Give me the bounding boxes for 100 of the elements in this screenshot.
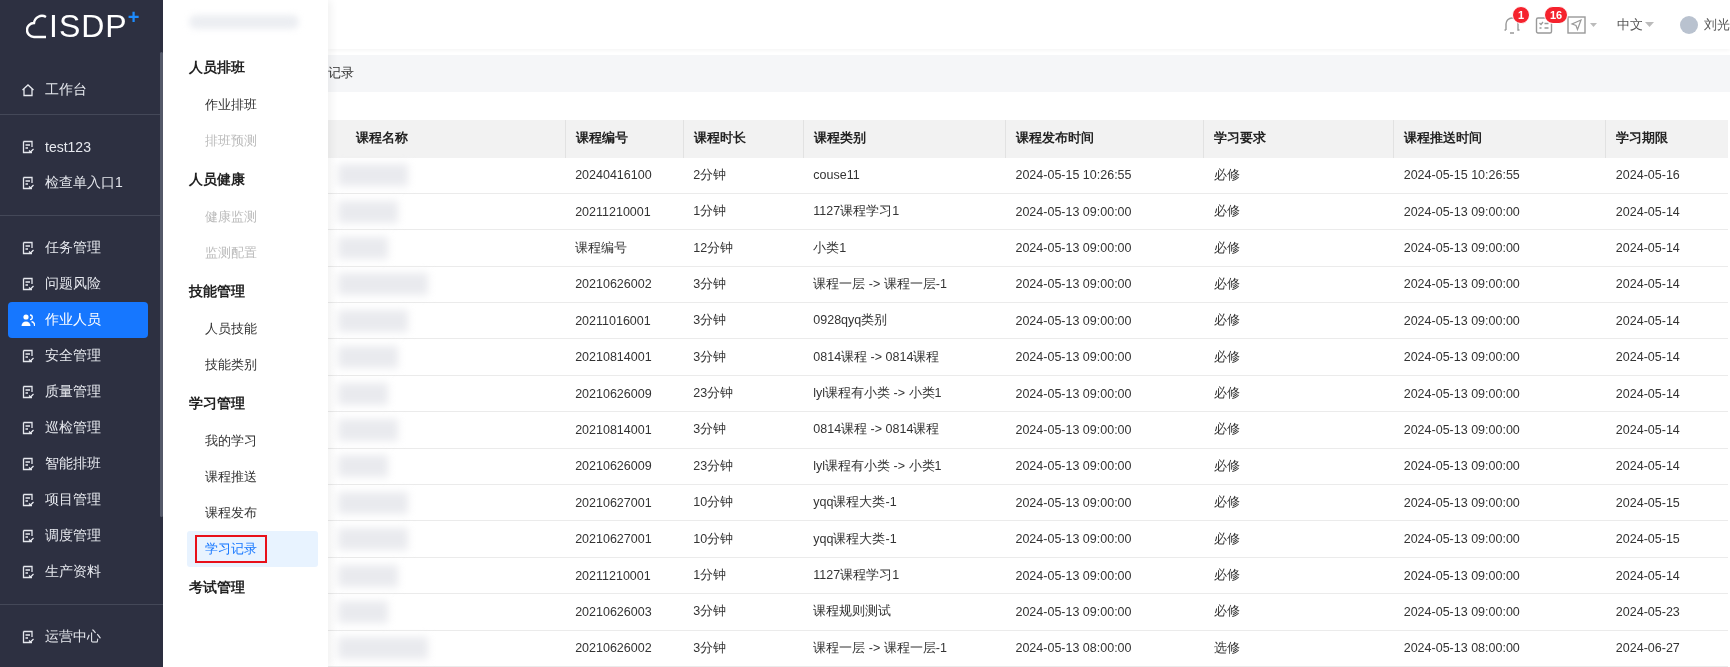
submenu-item[interactable]: 技能类别 (187, 347, 318, 383)
table-cell: 必修 (1203, 375, 1394, 412)
table-cell: 必修 (1203, 193, 1394, 230)
document-icon (21, 493, 35, 507)
table-cell: 1127课程学习1 (803, 557, 1006, 594)
submenu-item[interactable]: 我的学习 (187, 423, 318, 459)
table-cell: 3分钟 (683, 266, 804, 303)
table-cell: 2024-05-14 (1605, 339, 1728, 376)
table-cell: 20210626003 (565, 593, 684, 631)
submenu-item[interactable]: 作业排班 (187, 87, 318, 123)
table-cell: 选修 (1203, 630, 1394, 667)
nav-item[interactable]: 问题风险 (8, 266, 148, 302)
document-icon (21, 630, 35, 644)
table-cell: 0814课程 -> 0814课程 (803, 411, 1006, 449)
column-header[interactable]: 课程编号 (565, 119, 684, 158)
nav-item[interactable]: 检查单入口1 (8, 165, 148, 201)
table-cell: 必修 (1203, 339, 1394, 376)
table-cell: 20210627001 (565, 484, 684, 521)
table-cell: 必修 (1203, 302, 1394, 339)
submenu-item[interactable]: 课程发布 (187, 495, 318, 531)
nav-item[interactable]: 质量管理 (8, 374, 148, 410)
table-cell: 20210626009 (565, 448, 684, 485)
table-cell: 必修 (1203, 557, 1394, 594)
table-cell: 2024-05-13 09:00:00 (1005, 484, 1204, 521)
table-cell: 2024-05-13 09:00:00 (1393, 520, 1606, 558)
avatar[interactable] (1680, 15, 1698, 34)
table-cell: 2024-05-13 09:00:00 (1005, 375, 1204, 412)
nav-item[interactable]: 作业人员 (8, 302, 148, 338)
breadcrumb[interactable]: 记录 (328, 64, 354, 83)
table-cell: 1分钟 (683, 557, 804, 594)
table-cell: 3分钟 (683, 302, 804, 339)
document-icon (21, 457, 35, 471)
table-cell: 2分钟 (683, 157, 804, 194)
column-header[interactable]: 课程时长 (683, 119, 804, 158)
nav-item[interactable]: 安全管理 (8, 338, 148, 374)
table-cell: 2024-05-13 09:00:00 (1393, 266, 1606, 303)
document-icon (21, 385, 35, 399)
table-cell: 课程一层 -> 课程一层-1 (803, 266, 1006, 303)
table-cell: 2024-05-14 (1605, 411, 1728, 449)
table-cell: 2024-05-13 09:00:00 (1005, 229, 1204, 267)
logo: ISDP$^{+}$ (0, 0, 163, 52)
table-cell: 3分钟 (683, 411, 804, 449)
table-cell: yqq课程大类-1 (803, 520, 1006, 558)
table-cell: lyl课程有小类 -> 小类1 (803, 375, 1006, 412)
submenu-item[interactable]: 课程推送 (187, 459, 318, 495)
column-header[interactable]: 课程类别 (803, 119, 1006, 158)
table-cell: 2024-05-13 08:00:00 (1393, 630, 1606, 667)
table-cell: 2024-05-13 09:00:00 (1393, 557, 1606, 594)
table-cell: 20211210001 (565, 557, 684, 594)
nav-item[interactable]: test123 (8, 129, 148, 165)
user-name[interactable]: 刘光 (1704, 15, 1730, 34)
submenu-item[interactable]: 学习记录 (187, 531, 318, 567)
table-cell: 0928qyq类别 (803, 302, 1006, 339)
document-icon (21, 241, 35, 255)
document-icon (21, 565, 35, 579)
column-header[interactable]: 课程名称 (328, 119, 566, 158)
table-cell: 2024-05-13 09:00:00 (1005, 193, 1204, 230)
column-header[interactable]: 课程推送时间 (1393, 119, 1606, 158)
table-cell: 2024-05-13 09:00:00 (1393, 593, 1606, 631)
table-cell: 2024-05-14 (1605, 375, 1728, 412)
table-cell: 2024-05-13 09:00:00 (1005, 557, 1204, 594)
table-cell: 2024-05-13 09:00:00 (1393, 302, 1606, 339)
nav-item[interactable]: 调度管理 (8, 518, 148, 554)
nav-item[interactable]: 项目管理 (8, 482, 148, 518)
table-cell: 2024-05-14 (1605, 448, 1728, 485)
table-cell: 23分钟 (683, 375, 804, 412)
nav-item[interactable]: 运营中心 (8, 619, 148, 655)
nav-item[interactable]: 巡检管理 (8, 410, 148, 446)
menu-group-title: 技能管理 (189, 283, 246, 301)
table-cell: 12分钟 (683, 229, 804, 267)
table-cell: couse11 (803, 157, 1006, 194)
menu-group-title: 人员健康 (189, 171, 246, 189)
submenu-item[interactable]: 人员技能 (187, 311, 318, 347)
table-cell: 2024-05-13 09:00:00 (1393, 411, 1606, 449)
table-cell: 2024-05-13 09:00:00 (1005, 448, 1204, 485)
notification-badge: 1 (1512, 5, 1531, 24)
table-cell: 20210626002 (565, 266, 684, 303)
nav-item[interactable]: 生产资料 (8, 554, 148, 590)
table-cell: 2024-06-27 (1605, 630, 1728, 667)
caret-icon (1645, 21, 1654, 28)
menu-group-title: 学习管理 (189, 395, 246, 413)
nav-item[interactable]: 工作台 (8, 72, 148, 108)
column-header[interactable]: 课程发布时间 (1005, 119, 1204, 158)
nav-item[interactable]: 智能排班 (8, 446, 148, 482)
table-cell: 20210814001 (565, 339, 684, 376)
column-header[interactable]: 学习期限 (1605, 119, 1728, 158)
language-selector[interactable]: 中文 (1617, 15, 1654, 34)
table-cell: 2024-05-15 (1605, 484, 1728, 521)
menu-group-title: 考试管理 (189, 579, 246, 597)
table-cell: 0814课程 -> 0814课程 (803, 339, 1006, 376)
table-cell: 3分钟 (683, 593, 804, 631)
table-cell: 2024-05-13 08:00:00 (1005, 630, 1204, 667)
table-cell: 20210626002 (565, 630, 684, 667)
scrollbar[interactable] (160, 52, 163, 517)
table-cell: 2024-05-14 (1605, 229, 1728, 267)
table-cell: 20210626009 (565, 375, 684, 412)
nav-item[interactable]: 任务管理 (8, 230, 148, 266)
table-cell: 课程一层 -> 课程一层-1 (803, 630, 1006, 667)
navigation-icon[interactable] (1567, 14, 1599, 35)
column-header[interactable]: 学习要求 (1203, 119, 1394, 158)
